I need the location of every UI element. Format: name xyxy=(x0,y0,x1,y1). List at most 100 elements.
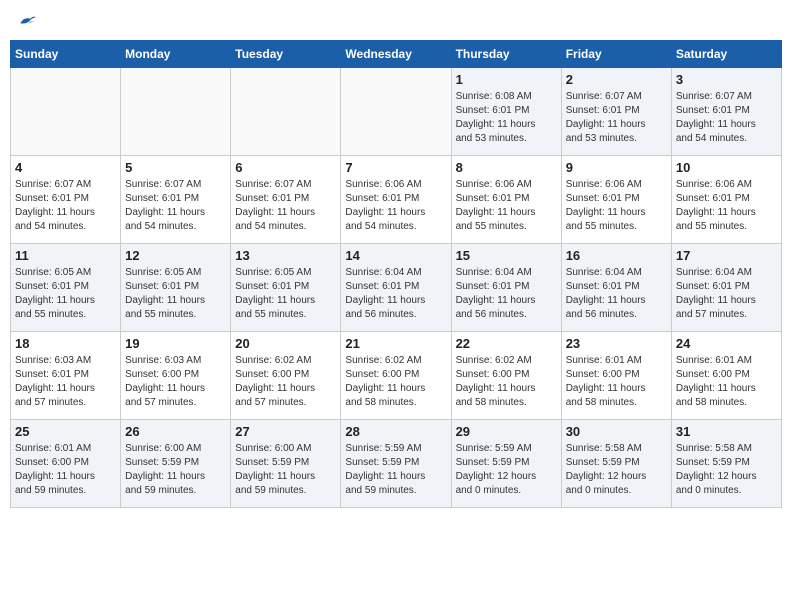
day-number: 20 xyxy=(235,336,336,351)
header-cell-saturday: Saturday xyxy=(671,41,781,68)
calendar-cell: 7 Sunrise: 6:06 AM Sunset: 6:01 PM Daylig… xyxy=(341,156,451,244)
day-number: 12 xyxy=(125,248,226,263)
day-number: 26 xyxy=(125,424,226,439)
logo-bird-icon xyxy=(17,10,37,30)
header-cell-tuesday: Tuesday xyxy=(231,41,341,68)
day-info: Sunrise: 6:04 AM Sunset: 6:01 PM Dayligh… xyxy=(676,266,777,322)
day-number: 27 xyxy=(235,424,336,439)
calendar-header: SundayMondayTuesdayWednesdayThursdayFrid… xyxy=(11,41,782,68)
day-number: 10 xyxy=(676,160,777,175)
day-info: Sunrise: 6:04 AM Sunset: 6:01 PM Dayligh… xyxy=(345,266,446,322)
day-info: Sunrise: 6:00 AM Sunset: 5:59 PM Dayligh… xyxy=(235,442,336,498)
calendar-cell xyxy=(11,68,121,156)
day-info: Sunrise: 6:01 AM Sunset: 6:00 PM Dayligh… xyxy=(676,354,777,410)
calendar-cell: 3Sunrise: 6:07 AM Sunset: 6:01 PM Daylig… xyxy=(671,68,781,156)
calendar-cell: 29Sunrise: 5:59 AM Sunset: 5:59 PM Dayli… xyxy=(451,420,561,508)
calendar-cell: 2 Sunrise: 6:07 AM Sunset: 6:01 PM Daylig… xyxy=(561,68,671,156)
day-info: Sunrise: 6:05 AM Sunset: 6:01 PM Dayligh… xyxy=(125,266,226,322)
calendar-cell: 4 Sunrise: 6:07 AM Sunset: 6:01 PM Daylig… xyxy=(11,156,121,244)
calendar-cell: 19 Sunrise: 6:03 AM Sunset: 6:00 PM Dayli… xyxy=(121,332,231,420)
calendar-cell: 24 Sunrise: 6:01 AM Sunset: 6:00 PM Dayli… xyxy=(671,332,781,420)
calendar-cell: 12 Sunrise: 6:05 AM Sunset: 6:01 PM Dayli… xyxy=(121,244,231,332)
day-info: Sunrise: 6:08 AM Sunset: 6:01 PM Dayligh… xyxy=(456,90,557,146)
day-number: 14 xyxy=(345,248,446,263)
day-number: 7 xyxy=(345,160,446,175)
calendar-cell: 13 Sunrise: 6:05 AM Sunset: 6:01 PM Dayli… xyxy=(231,244,341,332)
calendar-cell: 17 Sunrise: 6:04 AM Sunset: 6:01 PM Dayli… xyxy=(671,244,781,332)
calendar-cell: 9Sunrise: 6:06 AM Sunset: 6:01 PM Daylig… xyxy=(561,156,671,244)
calendar-cell xyxy=(231,68,341,156)
day-info: Sunrise: 5:58 AM Sunset: 5:59 PM Dayligh… xyxy=(566,442,667,498)
calendar-cell: 30 Sunrise: 5:58 AM Sunset: 5:59 PM Dayli… xyxy=(561,420,671,508)
day-number: 18 xyxy=(15,336,116,351)
day-info: Sunrise: 6:07 AM Sunset: 6:01 PM Dayligh… xyxy=(125,178,226,234)
header-cell-sunday: Sunday xyxy=(11,41,121,68)
day-info: Sunrise: 6:05 AM Sunset: 6:01 PM Dayligh… xyxy=(235,266,336,322)
day-info: Sunrise: 6:04 AM Sunset: 6:01 PM Dayligh… xyxy=(456,266,557,322)
day-info: Sunrise: 6:07 AM Sunset: 6:01 PM Dayligh… xyxy=(235,178,336,234)
calendar-cell: 1 Sunrise: 6:08 AM Sunset: 6:01 PM Daylig… xyxy=(451,68,561,156)
day-number: 21 xyxy=(345,336,446,351)
calendar-week-2: 4 Sunrise: 6:07 AM Sunset: 6:01 PM Daylig… xyxy=(11,156,782,244)
calendar-cell: 5 Sunrise: 6:07 AM Sunset: 6:01 PM Daylig… xyxy=(121,156,231,244)
day-number: 23 xyxy=(566,336,667,351)
day-info: Sunrise: 6:01 AM Sunset: 6:00 PM Dayligh… xyxy=(15,442,116,498)
header-cell-thursday: Thursday xyxy=(451,41,561,68)
day-number: 13 xyxy=(235,248,336,263)
day-info: Sunrise: 6:04 AM Sunset: 6:01 PM Dayligh… xyxy=(566,266,667,322)
day-number: 17 xyxy=(676,248,777,263)
calendar-cell: 21 Sunrise: 6:02 AM Sunset: 6:00 PM Dayli… xyxy=(341,332,451,420)
calendar-cell: 20 Sunrise: 6:02 AM Sunset: 6:00 PM Dayli… xyxy=(231,332,341,420)
calendar-cell: 11 Sunrise: 6:05 AM Sunset: 6:01 PM Dayli… xyxy=(11,244,121,332)
calendar-cell: 22Sunrise: 6:02 AM Sunset: 6:00 PM Dayli… xyxy=(451,332,561,420)
day-number: 30 xyxy=(566,424,667,439)
header-cell-wednesday: Wednesday xyxy=(341,41,451,68)
header-cell-friday: Friday xyxy=(561,41,671,68)
calendar-cell: 15 Sunrise: 6:04 AM Sunset: 6:01 PM Dayli… xyxy=(451,244,561,332)
day-number: 25 xyxy=(15,424,116,439)
day-info: Sunrise: 6:02 AM Sunset: 6:00 PM Dayligh… xyxy=(345,354,446,410)
page-header xyxy=(10,10,782,30)
day-number: 16 xyxy=(566,248,667,263)
day-info: Sunrise: 6:01 AM Sunset: 6:00 PM Dayligh… xyxy=(566,354,667,410)
day-info: Sunrise: 6:03 AM Sunset: 6:01 PM Dayligh… xyxy=(15,354,116,410)
day-number: 15 xyxy=(456,248,557,263)
calendar-cell: 8 Sunrise: 6:06 AM Sunset: 6:01 PM Daylig… xyxy=(451,156,561,244)
calendar-cell: 23 Sunrise: 6:01 AM Sunset: 6:00 PM Dayli… xyxy=(561,332,671,420)
day-number: 1 xyxy=(456,72,557,87)
calendar-cell: 27 Sunrise: 6:00 AM Sunset: 5:59 PM Dayli… xyxy=(231,420,341,508)
calendar-cell: 28 Sunrise: 5:59 AM Sunset: 5:59 PM Dayli… xyxy=(341,420,451,508)
day-number: 5 xyxy=(125,160,226,175)
day-info: Sunrise: 5:58 AM Sunset: 5:59 PM Dayligh… xyxy=(676,442,777,498)
header-row: SundayMondayTuesdayWednesdayThursdayFrid… xyxy=(11,41,782,68)
day-number: 6 xyxy=(235,160,336,175)
day-info: Sunrise: 5:59 AM Sunset: 5:59 PM Dayligh… xyxy=(345,442,446,498)
day-info: Sunrise: 6:06 AM Sunset: 6:01 PM Dayligh… xyxy=(456,178,557,234)
day-number: 19 xyxy=(125,336,226,351)
calendar-cell: 26Sunrise: 6:00 AM Sunset: 5:59 PM Dayli… xyxy=(121,420,231,508)
day-number: 8 xyxy=(456,160,557,175)
calendar-cell: 10Sunrise: 6:06 AM Sunset: 6:01 PM Dayli… xyxy=(671,156,781,244)
calendar-cell: 16 Sunrise: 6:04 AM Sunset: 6:01 PM Dayli… xyxy=(561,244,671,332)
calendar-cell xyxy=(341,68,451,156)
day-number: 11 xyxy=(15,248,116,263)
day-number: 9 xyxy=(566,160,667,175)
day-info: Sunrise: 6:02 AM Sunset: 6:00 PM Dayligh… xyxy=(235,354,336,410)
calendar-cell: 25 Sunrise: 6:01 AM Sunset: 6:00 PM Dayli… xyxy=(11,420,121,508)
calendar-cell: 6 Sunrise: 6:07 AM Sunset: 6:01 PM Daylig… xyxy=(231,156,341,244)
day-number: 29 xyxy=(456,424,557,439)
day-info: Sunrise: 6:07 AM Sunset: 6:01 PM Dayligh… xyxy=(15,178,116,234)
day-number: 2 xyxy=(566,72,667,87)
calendar-cell xyxy=(121,68,231,156)
calendar-week-1: 1 Sunrise: 6:08 AM Sunset: 6:01 PM Daylig… xyxy=(11,68,782,156)
day-info: Sunrise: 6:07 AM Sunset: 6:01 PM Dayligh… xyxy=(566,90,667,146)
day-number: 28 xyxy=(345,424,446,439)
day-info: Sunrise: 6:06 AM Sunset: 6:01 PM Dayligh… xyxy=(345,178,446,234)
day-number: 24 xyxy=(676,336,777,351)
day-number: 4 xyxy=(15,160,116,175)
day-info: Sunrise: 6:05 AM Sunset: 6:01 PM Dayligh… xyxy=(15,266,116,322)
calendar-body: 1 Sunrise: 6:08 AM Sunset: 6:01 PM Daylig… xyxy=(11,68,782,508)
day-info: Sunrise: 6:03 AM Sunset: 6:00 PM Dayligh… xyxy=(125,354,226,410)
calendar-cell: 31Sunrise: 5:58 AM Sunset: 5:59 PM Dayli… xyxy=(671,420,781,508)
calendar-cell: 14 Sunrise: 6:04 AM Sunset: 6:01 PM Dayli… xyxy=(341,244,451,332)
